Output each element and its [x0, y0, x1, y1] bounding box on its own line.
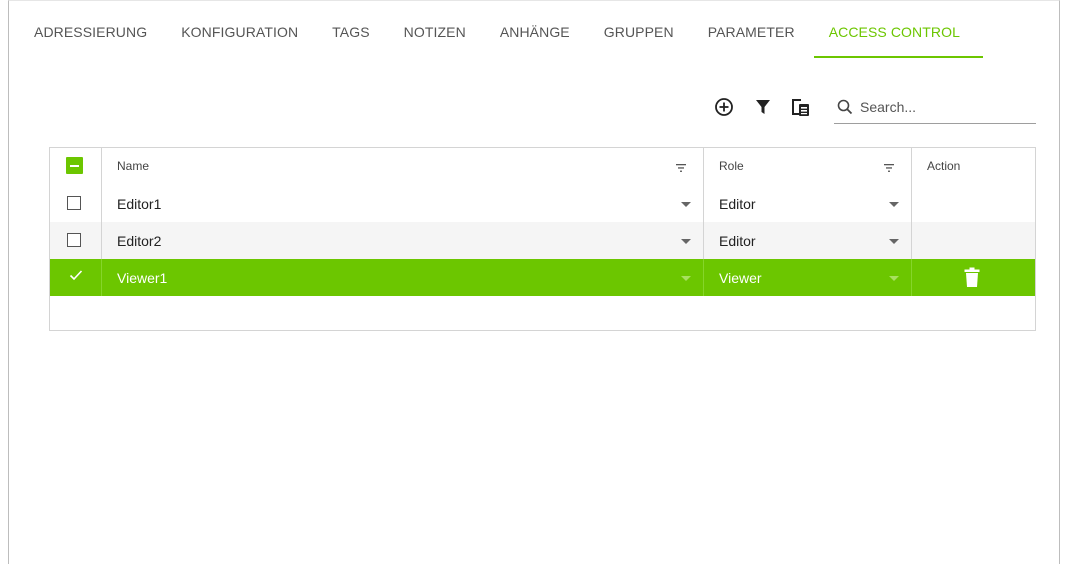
active-tab-indicator	[813, 56, 983, 58]
name-cell[interactable]: Editor2	[102, 222, 704, 259]
column-header-action: Action	[927, 159, 961, 173]
role-cell[interactable]: Viewer	[704, 259, 912, 296]
trash-icon[interactable]	[964, 267, 980, 293]
name-cell[interactable]: Viewer1	[102, 259, 704, 296]
chevron-down-icon[interactable]	[681, 276, 691, 281]
header-role-cell[interactable]: Role	[704, 148, 912, 185]
filter-icon[interactable]	[752, 96, 776, 120]
header-action-cell: Action	[912, 148, 1035, 185]
action-cell	[912, 259, 1035, 296]
tab-label: TAGS	[332, 24, 370, 40]
role-value: Editor	[719, 233, 756, 249]
tab-label: ACCESS CONTROL	[828, 24, 960, 40]
column-chooser-icon[interactable]	[788, 96, 812, 120]
tab-konfiguration[interactable]: KONFIGURATION	[172, 19, 307, 58]
chevron-down-icon[interactable]	[889, 202, 899, 207]
select-all-checkbox[interactable]	[66, 157, 83, 174]
table-row[interactable]: Editor1 Editor	[50, 185, 1035, 222]
row-checkbox[interactable]	[67, 196, 81, 210]
tab-access-control[interactable]: ACCESS CONTROL	[813, 19, 983, 58]
tab-label: NOTIZEN	[403, 24, 466, 40]
column-header-role: Role	[719, 159, 744, 173]
column-filter-icon[interactable]	[883, 160, 895, 178]
chevron-down-icon[interactable]	[681, 202, 691, 207]
tab-label: ADRESSIERUNG	[34, 24, 148, 40]
column-filter-icon[interactable]	[675, 160, 687, 178]
role-cell[interactable]: Editor	[704, 222, 912, 259]
panel-frame: ADRESSIERUNG KONFIGURATION TAGS NOTIZEN …	[8, 0, 1060, 564]
tab-label: ANHÄNGE	[499, 24, 570, 40]
chevron-down-icon[interactable]	[889, 239, 899, 244]
row-select-cell	[50, 222, 102, 259]
tab-label: KONFIGURATION	[181, 24, 299, 40]
tab-notizen[interactable]: NOTIZEN	[395, 19, 475, 58]
tab-parameter[interactable]: PARAMETER	[699, 19, 804, 58]
action-cell	[912, 185, 1035, 222]
table-row[interactable]: Editor2 Editor	[50, 222, 1035, 259]
table-row-selected[interactable]: Viewer1 Viewer	[50, 259, 1035, 296]
action-cell	[912, 222, 1035, 259]
role-value: Viewer	[719, 270, 762, 286]
search-input[interactable]	[854, 93, 1036, 121]
tab-bar: ADRESSIERUNG KONFIGURATION TAGS NOTIZEN …	[25, 19, 985, 61]
add-circle-icon[interactable]	[713, 96, 737, 120]
tab-label: PARAMETER	[707, 24, 795, 40]
access-grid: Name Role Action Editor1 Editor Editor2 …	[49, 147, 1036, 331]
grid-header-row: Name Role Action	[50, 148, 1035, 186]
tab-gruppen[interactable]: GRUPPEN	[595, 19, 683, 58]
name-value: Viewer1	[117, 270, 168, 286]
name-value: Editor2	[117, 233, 162, 249]
chevron-down-icon[interactable]	[889, 276, 899, 281]
role-cell[interactable]: Editor	[704, 185, 912, 222]
tab-tags[interactable]: TAGS	[323, 19, 378, 58]
name-value: Editor1	[117, 196, 162, 212]
role-value: Editor	[719, 196, 756, 212]
header-name-cell[interactable]: Name	[102, 148, 704, 185]
header-select-cell	[50, 148, 102, 185]
row-select-cell	[50, 185, 102, 222]
chevron-down-icon[interactable]	[681, 239, 691, 244]
column-header-name: Name	[117, 159, 150, 173]
tab-adressierung[interactable]: ADRESSIERUNG	[25, 19, 156, 58]
row-checkbox[interactable]	[67, 233, 81, 247]
row-select-cell	[50, 259, 102, 296]
tab-label: GRUPPEN	[603, 24, 674, 40]
search-box	[834, 93, 1036, 124]
tab-anhaenge[interactable]: ANHÄNGE	[491, 19, 579, 58]
name-cell[interactable]: Editor1	[102, 185, 704, 222]
search-icon	[836, 98, 854, 121]
checkmark-icon[interactable]	[69, 268, 83, 284]
